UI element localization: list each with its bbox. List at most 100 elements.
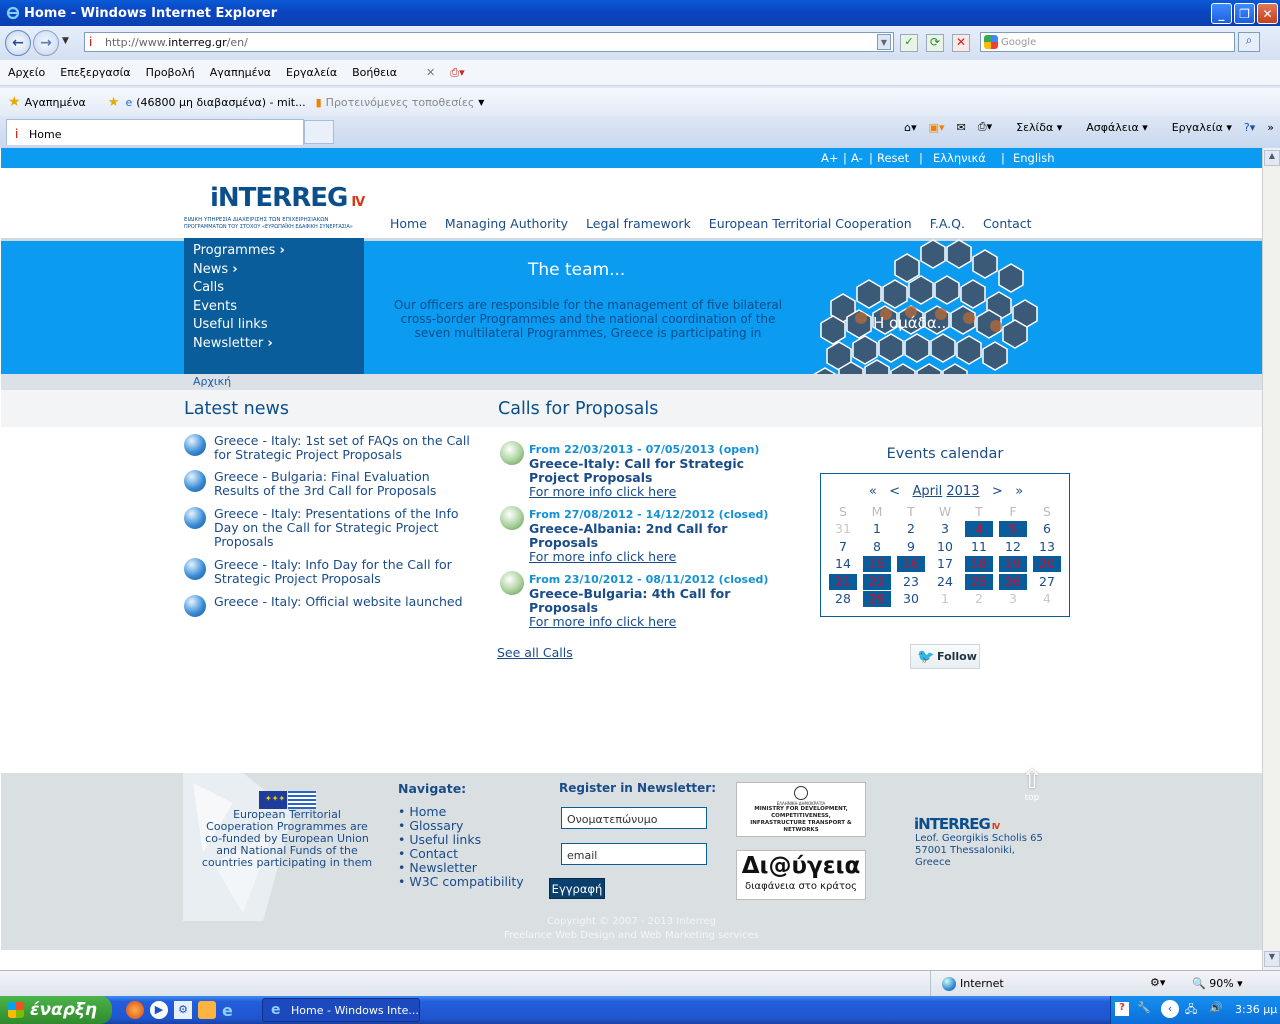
calendar-day-event[interactable]: 4 [965,521,993,537]
address-dropdown-icon[interactable]: ▼ [877,34,891,50]
sidenav-calls[interactable]: Calls [184,280,364,299]
calendar-day-event[interactable]: 19 [999,556,1027,572]
notification-icon[interactable]: 🔧 [1137,1001,1151,1014]
lang-english-link[interactable]: English [1013,151,1055,165]
favorites-item-suggested[interactable]: Προτεινόμενες τοποθεσίες [326,96,475,109]
footer-link[interactable]: • Contact [398,846,458,861]
ministry-logo[interactable]: ΕΛΛΗΝΙΚΗ ΔΗΜΟΚΡΑΤΙΑ MINISTRY FOR DEVELOP… [736,782,866,837]
sidenav-useful-links[interactable]: Useful links [184,317,364,336]
search-input[interactable]: Google [980,32,1235,52]
news-item[interactable]: Greece - Italy: 1st set of FAQs on the C… [184,434,474,462]
diavgeia-logo[interactable]: Δι@ύγεια διαφάνεια στο κράτος [736,850,866,900]
address-bar[interactable]: i http://www.interreg.gr/en/ ▼ [84,32,894,52]
zoom-level[interactable]: 🔍 90% ▾ [1192,977,1243,990]
newsletter-name-input[interactable]: Ονοματεπώνυμο [561,807,707,829]
calendar-day-event[interactable]: 21 [829,573,857,590]
nav-faq[interactable]: F.A.Q. [930,216,965,231]
call-more-link[interactable]: For more info click here [529,485,770,499]
collapse-tray-icon[interactable]: ‹ [1161,1000,1179,1018]
menu-edit[interactable]: Επεξεργασία [60,66,130,79]
sidenav-news[interactable]: News › [184,262,364,281]
add-favorite-icon[interactable]: ★ [108,95,120,110]
close-button[interactable]: ✕ [1257,3,1278,24]
ie-quicklaunch-icon[interactable]: e [222,1001,233,1020]
footer-link[interactable]: • Useful links [398,832,481,847]
menu-tools[interactable]: Εργαλεία [286,66,337,79]
nav-managing-authority[interactable]: Managing Authority [445,216,568,231]
call-name[interactable]: Greece-Albania: 2nd Call for Proposals [529,522,770,550]
call-name[interactable]: Greece-Italy: Call for Strategic Project… [529,457,770,485]
calendar-day-event[interactable]: 18 [965,556,993,572]
maximize-button[interactable]: ❐ [1234,3,1255,24]
start-button[interactable]: έναρξη [0,996,112,1024]
close-toolbar-icon[interactable]: ✕ [426,66,435,79]
chevron-down-icon[interactable]: ▼ [478,98,484,107]
news-item[interactable]: Greece - Italy: Official website launche… [184,595,474,617]
calendar-day-event[interactable]: 15 [863,556,891,572]
new-tab-button[interactable] [304,120,334,144]
tab-home[interactable]: i Home [6,119,304,145]
nav-contact[interactable]: Contact [983,216,1032,231]
news-item[interactable]: Greece - Italy: Presentations of the Inf… [184,507,474,549]
sidenav-programmes[interactable]: Programmes › [184,243,364,262]
page-menu[interactable]: Σελίδα ▾ [1004,121,1062,134]
font-increase-link[interactable]: A+ [821,151,839,165]
scroll-up-icon[interactable]: ▲ [1264,150,1280,166]
calendar-day-event[interactable]: 20 [1033,556,1061,572]
tools-menu[interactable]: Εργαλεία ▾ [1160,121,1232,134]
home-icon[interactable]: ⌂▾ [904,121,917,134]
help-icon[interactable]: ?▾ [1244,121,1255,134]
history-dropdown-icon[interactable]: ▼ [62,36,69,46]
rss-icon[interactable]: ▣▾ [929,121,945,134]
credits-link[interactable]: Freelance Web Design and Web Marketing s… [1,930,1262,941]
footer-link[interactable]: • W3C compatibility [398,874,524,889]
app-icon[interactable] [198,1001,216,1019]
nav-home[interactable]: Home [390,216,427,231]
favorites-button[interactable]: Αγαπημένα [25,96,86,109]
see-all-calls-link[interactable]: See all Calls [497,645,573,660]
sidenav-events[interactable]: Events [184,299,364,318]
breadcrumb-home[interactable]: Αρχική [193,375,231,388]
calendar-day-event[interactable]: 29 [863,591,891,607]
footer-link[interactable]: • Glossary [398,818,463,833]
menu-favorites[interactable]: Αγαπημένα [210,66,271,79]
volume-icon[interactable]: 🔊 [1209,1001,1223,1014]
call-name[interactable]: Greece-Bulgaria: 4th Call for Proposals [529,587,770,615]
print-icon[interactable]: ⎙▾ [978,120,992,134]
mail-icon[interactable]: ✉ [957,121,966,134]
stop-icon[interactable]: ✕ [952,34,970,52]
calendar-day-event[interactable]: 26 [999,573,1027,590]
search-icon[interactable]: ⌕ [1238,32,1260,52]
footer-link[interactable]: • Home [398,804,446,819]
safety-menu[interactable]: Ασφάλεια ▾ [1074,121,1147,134]
news-item[interactable]: Greece - Italy: Info Day for the Call fo… [184,558,474,586]
favorites-item-mail[interactable]: (46800 μη διαβασμένα) - mit... [136,96,305,109]
calendar-prev-year[interactable]: « [869,484,877,499]
calendar-year[interactable]: 2013 [946,484,979,499]
calendar-day-event[interactable]: 22 [863,573,891,590]
newsletter-email-input[interactable]: email [561,843,707,865]
more-icon[interactable]: » [1267,121,1274,134]
calendar-day-event[interactable]: 5 [999,521,1027,537]
nav-etc[interactable]: European Territorial Cooperation [709,216,912,231]
call-more-link[interactable]: For more info click here [529,550,770,564]
scroll-down-icon[interactable]: ▼ [1264,951,1280,967]
calendar-prev-month[interactable]: < [889,484,900,499]
site-logo[interactable]: iNTERREG IV ΕΙΔΙΚΗ ΥΠΗΡΕΣΙΑ ΔΙΑΧΕΙΡΙΣΗΣ Τ… [184,184,365,234]
back-to-top[interactable]: ⇧ top [1017,767,1047,803]
twitter-follow-button[interactable]: 🐦 Follow [910,644,980,669]
font-reset-link[interactable]: Reset [877,151,909,165]
calendar-day-event[interactable]: 16 [897,556,925,572]
forward-button[interactable]: → [33,30,59,56]
minimize-button[interactable]: _ [1211,3,1232,24]
calendar-next-month[interactable]: > [992,484,1003,499]
font-decrease-link[interactable]: A- [851,151,863,165]
media-player-icon[interactable]: ▶ [150,1001,168,1019]
menu-file[interactable]: Αρχείο [8,66,45,79]
calendar-next-year[interactable]: » [1015,484,1023,499]
calendar-month[interactable]: April [913,484,943,499]
page-scrollbar[interactable]: ▲ ▼ [1262,148,1280,970]
compat-view-icon[interactable]: ✓ [900,34,918,52]
back-button[interactable]: ← [5,30,31,56]
taskbar-item-ie[interactable]: e Home - Windows Inte... [262,998,420,1022]
